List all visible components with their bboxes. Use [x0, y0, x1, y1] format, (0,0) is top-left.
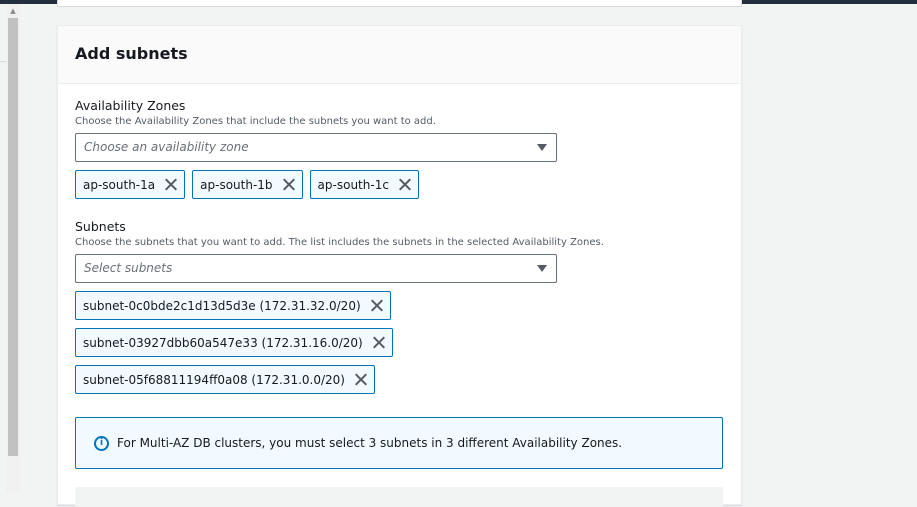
close-icon[interactable]: [370, 299, 383, 312]
availability-zone-placeholder: Choose an availability zone: [84, 140, 249, 154]
add-subnets-panel: Add subnets Availability Zones Choose th…: [57, 25, 742, 507]
subnet-token: subnet-03927dbb60a547e33 (172.31.16.0/20…: [75, 328, 393, 357]
availability-zone-select[interactable]: Choose an availability zone: [75, 133, 557, 162]
subnet-token-label: subnet-0c0bde2c1d13d5d3e (172.31.32.0/20…: [83, 298, 361, 313]
close-icon[interactable]: [398, 178, 411, 191]
subnets-label: Subnets: [75, 219, 126, 234]
panel-title: Add subnets: [75, 44, 188, 63]
az-token: ap-south-1b: [192, 170, 303, 199]
subnets-field: Subnets Choose the subnets that you want…: [75, 219, 723, 394]
close-icon[interactable]: [354, 373, 367, 386]
az-token: ap-south-1c: [309, 170, 419, 199]
subnets-select[interactable]: Select subnets: [75, 254, 557, 283]
vertical-scrollbar[interactable]: ▲: [6, 5, 20, 493]
subnet-token: subnet-05f68811194ff0a08 (172.31.0.0/20): [75, 365, 375, 394]
scrollbar-thumb[interactable]: [8, 18, 18, 456]
availability-zone-tokens: ap-south-1a ap-south-1b ap-south-1c: [75, 170, 723, 199]
availability-zones-label: Availability Zones: [75, 98, 186, 113]
availability-zones-field: Availability Zones Choose the Availabili…: [75, 98, 723, 199]
subnet-token-label: subnet-05f68811194ff0a08 (172.31.0.0/20): [83, 372, 345, 387]
close-icon[interactable]: [282, 178, 295, 191]
previous-panel: [57, 0, 742, 7]
panel-header: Add subnets: [58, 26, 741, 84]
az-token: ap-south-1a: [75, 170, 186, 199]
availability-zones-description: Choose the Availability Zones that inclu…: [75, 116, 436, 127]
az-token-label: ap-south-1b: [200, 177, 273, 192]
close-icon[interactable]: [372, 336, 385, 349]
close-icon[interactable]: [164, 178, 177, 191]
left-divider: [0, 61, 6, 62]
panel-content: Availability Zones Choose the Availabili…: [75, 98, 723, 402]
next-section: [75, 487, 723, 507]
subnets-description: Choose the subnets that you want to add.…: [75, 237, 604, 248]
az-token-label: ap-south-1a: [83, 177, 156, 192]
subnet-tokens: subnet-0c0bde2c1d13d5d3e (172.31.32.0/20…: [75, 291, 723, 394]
caret-down-icon: [537, 265, 547, 272]
info-alert: i For Multi-AZ DB clusters, you must sel…: [75, 417, 723, 469]
subnet-token-label: subnet-03927dbb60a547e33 (172.31.16.0/20…: [83, 335, 363, 350]
az-token-label: ap-south-1c: [317, 177, 389, 192]
info-icon: i: [94, 435, 109, 451]
subnet-token: subnet-0c0bde2c1d13d5d3e (172.31.32.0/20…: [75, 291, 391, 320]
caret-down-icon: [537, 144, 547, 151]
subnets-placeholder: Select subnets: [84, 261, 173, 275]
scroll-up-arrow-icon[interactable]: ▲: [6, 5, 20, 17]
info-alert-text: For Multi-AZ DB clusters, you must selec…: [117, 436, 623, 450]
